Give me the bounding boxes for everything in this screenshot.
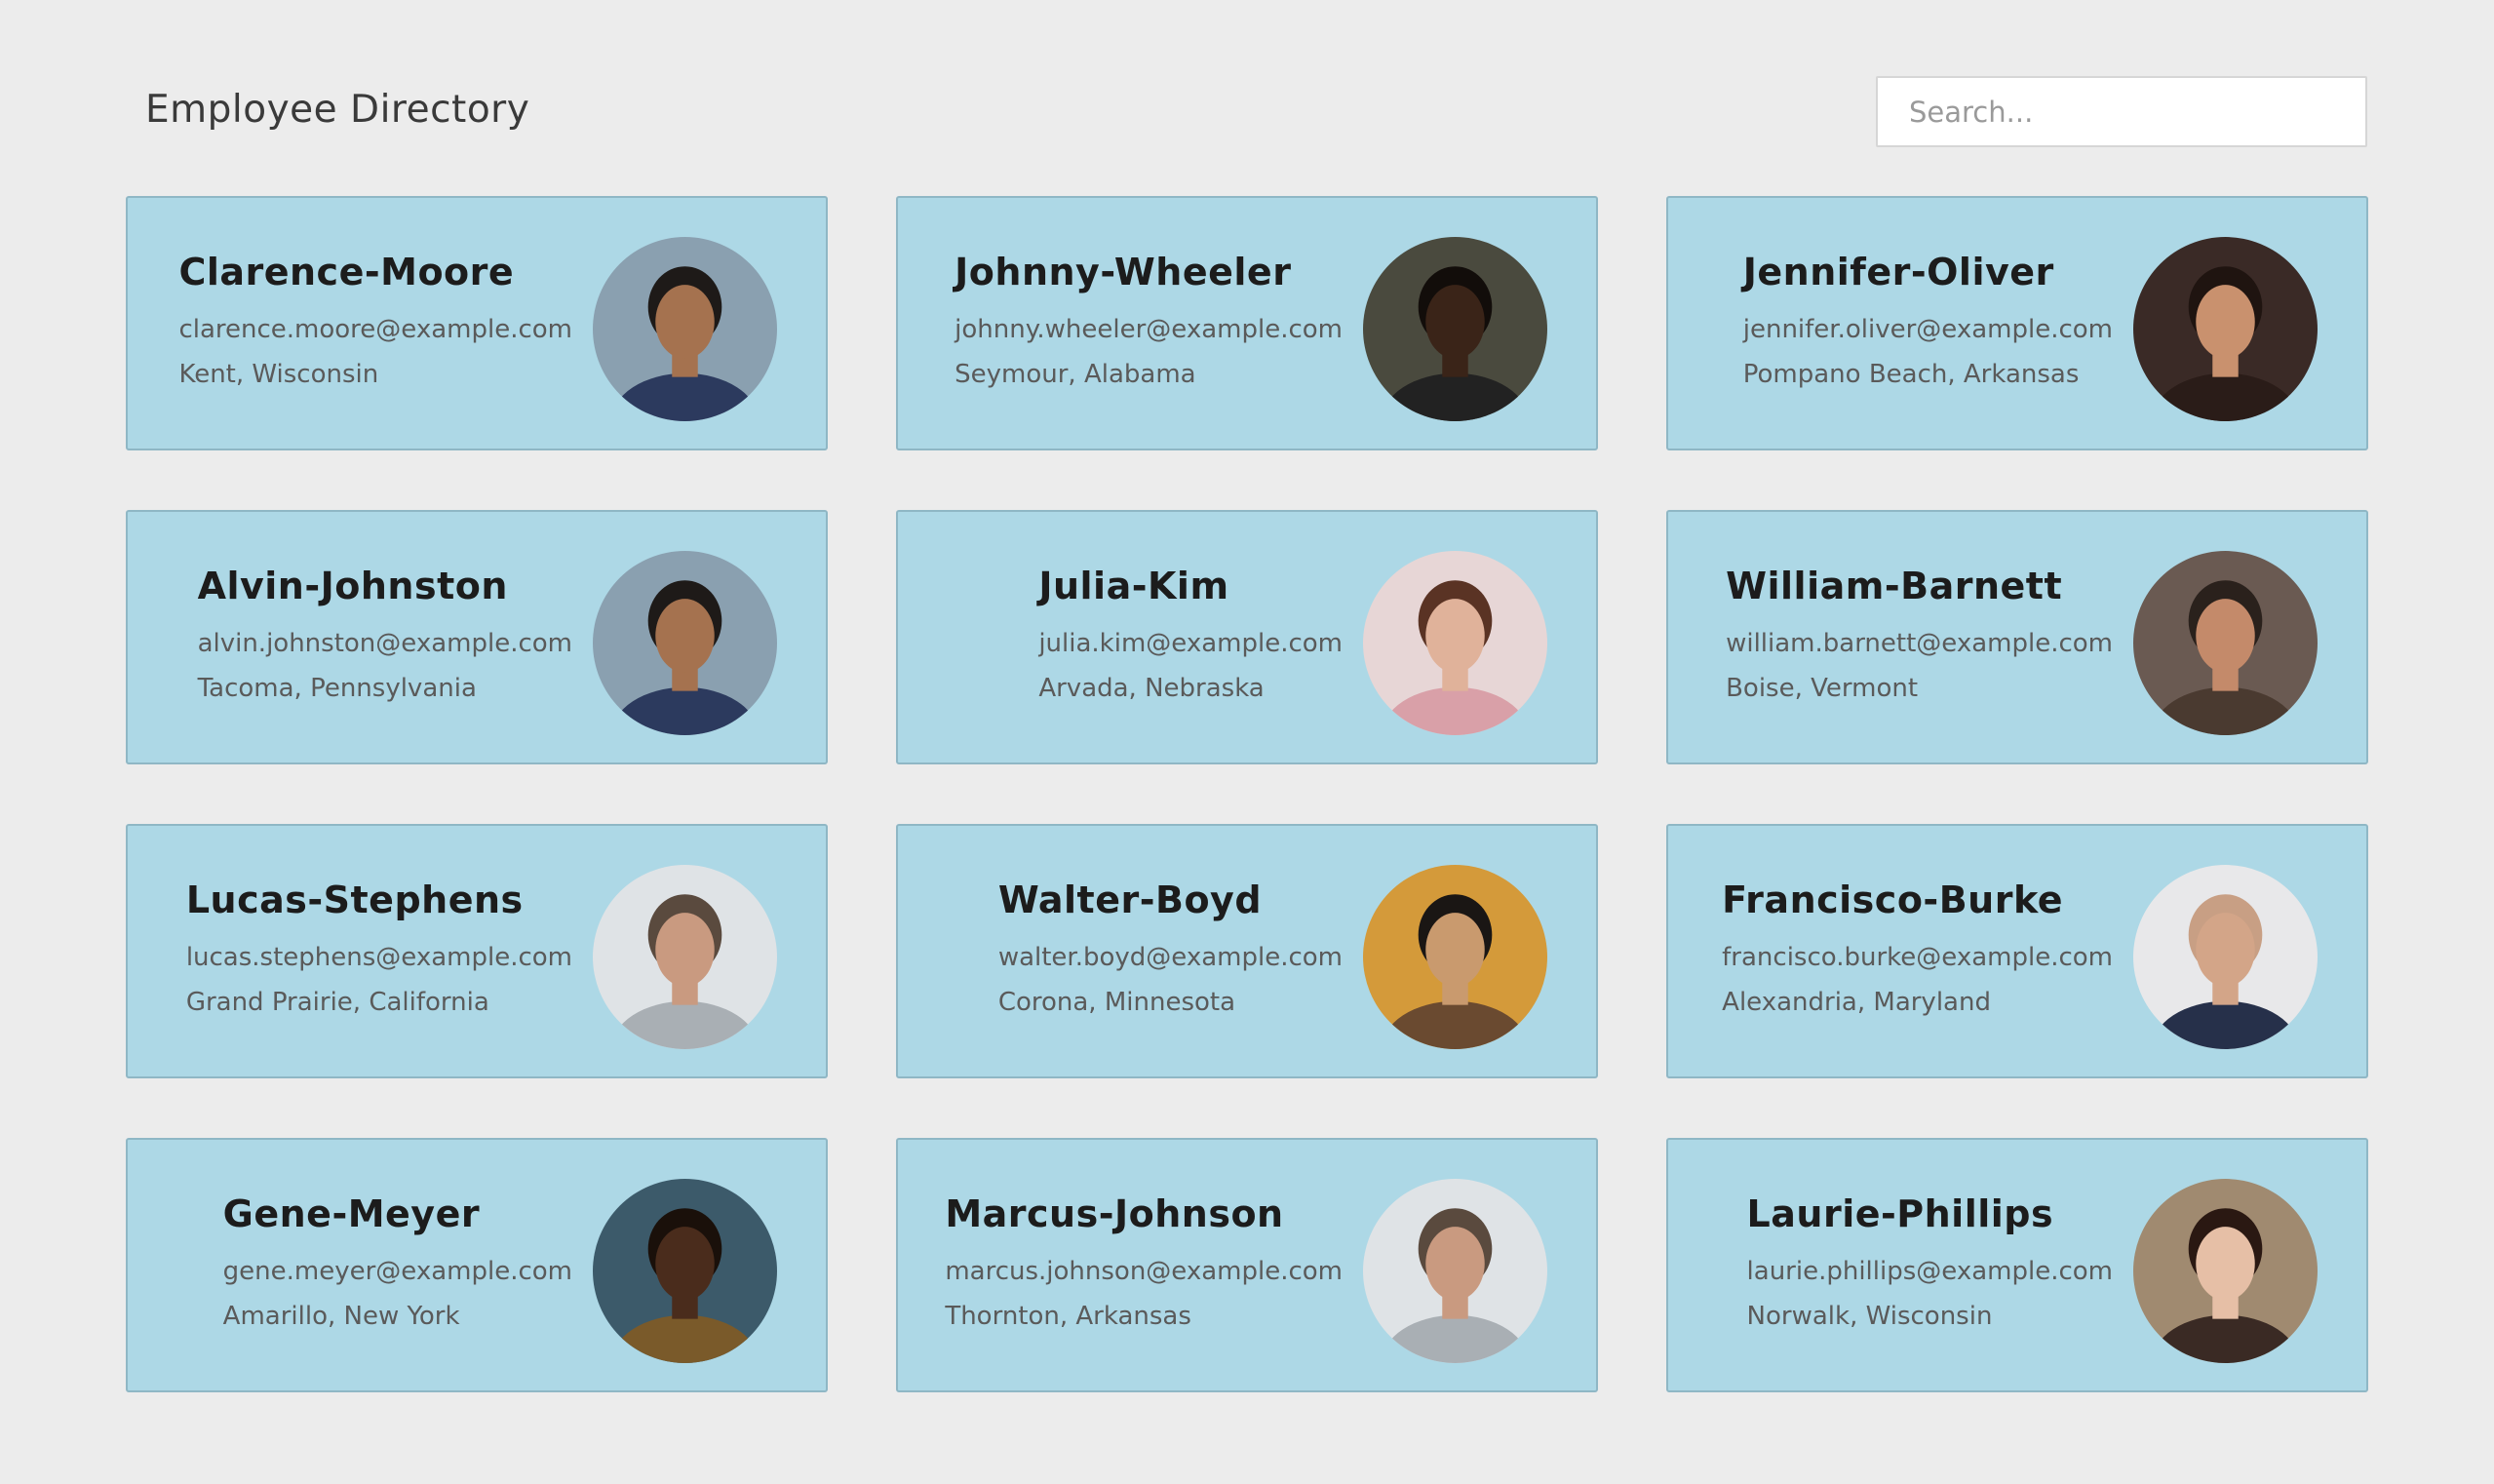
employee-card[interactable]: Clarence-Moore clarence.moore@example.co… xyxy=(126,196,828,450)
employee-name: Walter-Boyd xyxy=(997,879,1263,921)
employee-card[interactable]: Laurie-Phillips laurie.phillips@example.… xyxy=(1666,1138,2368,1392)
employee-directory-page: Employee Directory Clarence-Moore claren… xyxy=(0,0,2494,1484)
avatar-photo-icon xyxy=(1363,865,1547,1049)
employee-email: gene.meyer@example.com xyxy=(222,1257,572,1286)
employee-info: Gene-Meyer gene.meyer@example.com Amaril… xyxy=(223,1192,572,1339)
employee-location: Amarillo, New York xyxy=(222,1302,460,1331)
avatar-photo-icon xyxy=(2133,237,2318,421)
employee-location: Pompano Beach, Arkansas xyxy=(1742,360,2080,389)
employee-name: Clarence-Moore xyxy=(178,251,515,293)
avatar-photo-icon xyxy=(2133,865,2318,1049)
employee-info: Clarence-Moore clarence.moore@example.co… xyxy=(178,251,572,397)
employee-info: William-Barnett william.barnett@example.… xyxy=(1726,565,2113,711)
employee-info: Francisco-Burke francisco.burke@example.… xyxy=(1722,879,2113,1025)
employee-name: Gene-Meyer xyxy=(222,1192,481,1235)
employee-location: Corona, Minnesota xyxy=(997,988,1236,1017)
employee-name: Marcus-Johnson xyxy=(945,1192,1284,1235)
avatar-photo-icon xyxy=(2133,1179,2318,1363)
avatar xyxy=(2133,551,2318,735)
page-title: Employee Directory xyxy=(145,88,530,132)
employee-card[interactable]: Johnny-Wheeler johnny.wheeler@example.co… xyxy=(896,196,1598,450)
avatar xyxy=(593,237,777,421)
employee-info: Alvin-Johnston alvin.johnston@example.co… xyxy=(198,565,572,711)
employee-location: Alexandria, Maryland xyxy=(1722,988,1991,1017)
avatar xyxy=(593,1179,777,1363)
employee-email: jennifer.oliver@example.com xyxy=(1742,315,2113,344)
avatar-photo-icon xyxy=(1363,237,1547,421)
employee-card[interactable]: Walter-Boyd walter.boyd@example.com Coro… xyxy=(896,824,1598,1078)
avatar xyxy=(2133,1179,2318,1363)
employee-name: Lucas-Stephens xyxy=(185,879,524,921)
employee-card[interactable]: Lucas-Stephens lucas.stephens@example.co… xyxy=(126,824,828,1078)
avatar xyxy=(1363,551,1547,735)
employee-email: william.barnett@example.com xyxy=(1726,629,2113,658)
employee-email: laurie.phillips@example.com xyxy=(1746,1257,2113,1286)
employee-info: Marcus-Johnson marcus.johnson@example.co… xyxy=(945,1192,1343,1339)
employee-email: johnny.wheeler@example.com xyxy=(955,315,1343,344)
employee-location: Seymour, Alabama xyxy=(955,360,1196,389)
employee-name: William-Barnett xyxy=(1726,565,2063,607)
employee-card[interactable]: William-Barnett william.barnett@example.… xyxy=(1666,510,2368,764)
employee-name: Francisco-Burke xyxy=(1722,879,2063,921)
employee-email: clarence.moore@example.com xyxy=(178,315,572,344)
employee-location: Arvada, Nebraska xyxy=(1038,674,1265,703)
employee-card[interactable]: Jennifer-Oliver jennifer.oliver@example.… xyxy=(1666,196,2368,450)
employee-info: Julia-Kim julia.kim@example.com Arvada, … xyxy=(1038,565,1343,711)
employee-location: Grand Prairie, California xyxy=(185,988,489,1017)
employee-info: Johnny-Wheeler johnny.wheeler@example.co… xyxy=(955,251,1343,397)
avatar xyxy=(1363,1179,1547,1363)
avatar-photo-icon xyxy=(1363,1179,1547,1363)
avatar-photo-icon xyxy=(2133,551,2318,735)
search-input[interactable] xyxy=(1876,76,2367,147)
employee-info: Lucas-Stephens lucas.stephens@example.co… xyxy=(186,879,572,1025)
employee-card[interactable]: Francisco-Burke francisco.burke@example.… xyxy=(1666,824,2368,1078)
employee-card[interactable]: Alvin-Johnston alvin.johnston@example.co… xyxy=(126,510,828,764)
employee-location: Norwalk, Wisconsin xyxy=(1746,1302,1993,1331)
employee-location: Kent, Wisconsin xyxy=(178,360,379,389)
employee-location: Tacoma, Pennsylvania xyxy=(197,674,477,703)
employee-name: Julia-Kim xyxy=(1038,565,1229,607)
employee-card[interactable]: Julia-Kim julia.kim@example.com Arvada, … xyxy=(896,510,1598,764)
avatar-photo-icon xyxy=(593,551,777,735)
employee-name: Jennifer-Oliver xyxy=(1742,251,2054,293)
avatar xyxy=(1363,237,1547,421)
employee-name: Alvin-Johnston xyxy=(197,565,508,607)
employee-email: walter.boyd@example.com xyxy=(997,943,1343,972)
employee-email: alvin.johnston@example.com xyxy=(197,629,572,658)
employee-location: Boise, Vermont xyxy=(1726,674,1919,703)
avatar-photo-icon xyxy=(593,865,777,1049)
employee-email: marcus.johnson@example.com xyxy=(945,1257,1343,1286)
avatar xyxy=(593,865,777,1049)
avatar-photo-icon xyxy=(593,237,777,421)
employee-info: Laurie-Phillips laurie.phillips@example.… xyxy=(1747,1192,2113,1339)
avatar-photo-icon xyxy=(1363,551,1547,735)
header: Employee Directory xyxy=(127,76,2367,154)
avatar-photo-icon xyxy=(593,1179,777,1363)
employee-card[interactable]: Marcus-Johnson marcus.johnson@example.co… xyxy=(896,1138,1598,1392)
employee-info: Walter-Boyd walter.boyd@example.com Coro… xyxy=(998,879,1343,1025)
employee-info: Jennifer-Oliver jennifer.oliver@example.… xyxy=(1743,251,2113,397)
avatar xyxy=(2133,237,2318,421)
avatar xyxy=(2133,865,2318,1049)
employee-location: Thornton, Arkansas xyxy=(945,1302,1191,1331)
employee-card[interactable]: Gene-Meyer gene.meyer@example.com Amaril… xyxy=(126,1138,828,1392)
employee-name: Johnny-Wheeler xyxy=(955,251,1292,293)
avatar xyxy=(593,551,777,735)
employee-email: julia.kim@example.com xyxy=(1038,629,1343,658)
employee-email: lucas.stephens@example.com xyxy=(185,943,572,972)
employee-name: Laurie-Phillips xyxy=(1746,1192,2054,1235)
employee-email: francisco.burke@example.com xyxy=(1722,943,2113,972)
employee-card-grid: Clarence-Moore clarence.moore@example.co… xyxy=(126,196,2368,1392)
avatar xyxy=(1363,865,1547,1049)
